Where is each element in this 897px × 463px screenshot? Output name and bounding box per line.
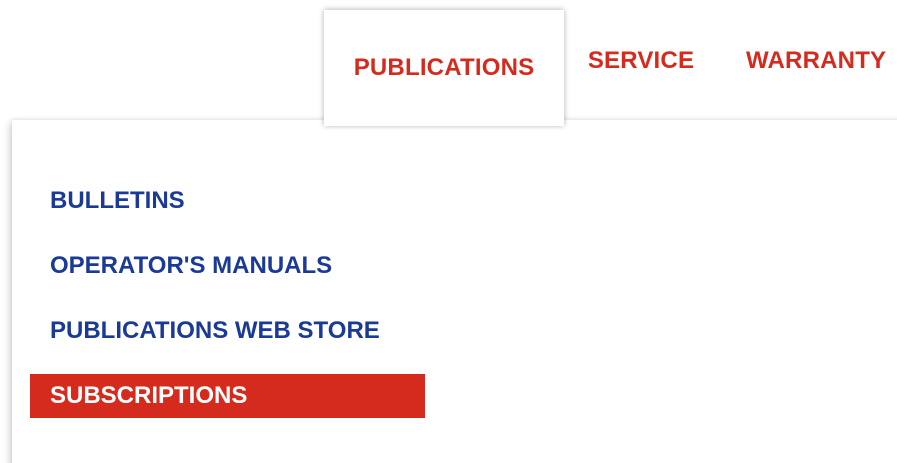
menu-item-subscriptions[interactable]: SUBSCRIPTIONS: [30, 374, 425, 418]
menu-item-operators-manuals[interactable]: OPERATOR'S MANUALS: [30, 244, 425, 288]
top-navigation: PUBLICATIONS SERVICE WARRANTY: [0, 0, 897, 126]
menu-item-bulletins[interactable]: BULLETINS: [30, 179, 425, 223]
menu-item-publications-web-store[interactable]: PUBLICATIONS WEB STORE: [30, 309, 425, 353]
tab-warranty[interactable]: WARRANTY: [730, 0, 897, 122]
tab-publications[interactable]: PUBLICATIONS: [324, 10, 564, 126]
page: PUBLICATIONS SERVICE WARRANTY BULLETINS …: [0, 0, 897, 463]
tab-service[interactable]: SERVICE: [576, 0, 706, 122]
publications-dropdown-menu: BULLETINS OPERATOR'S MANUALS PUBLICATION…: [12, 120, 897, 463]
